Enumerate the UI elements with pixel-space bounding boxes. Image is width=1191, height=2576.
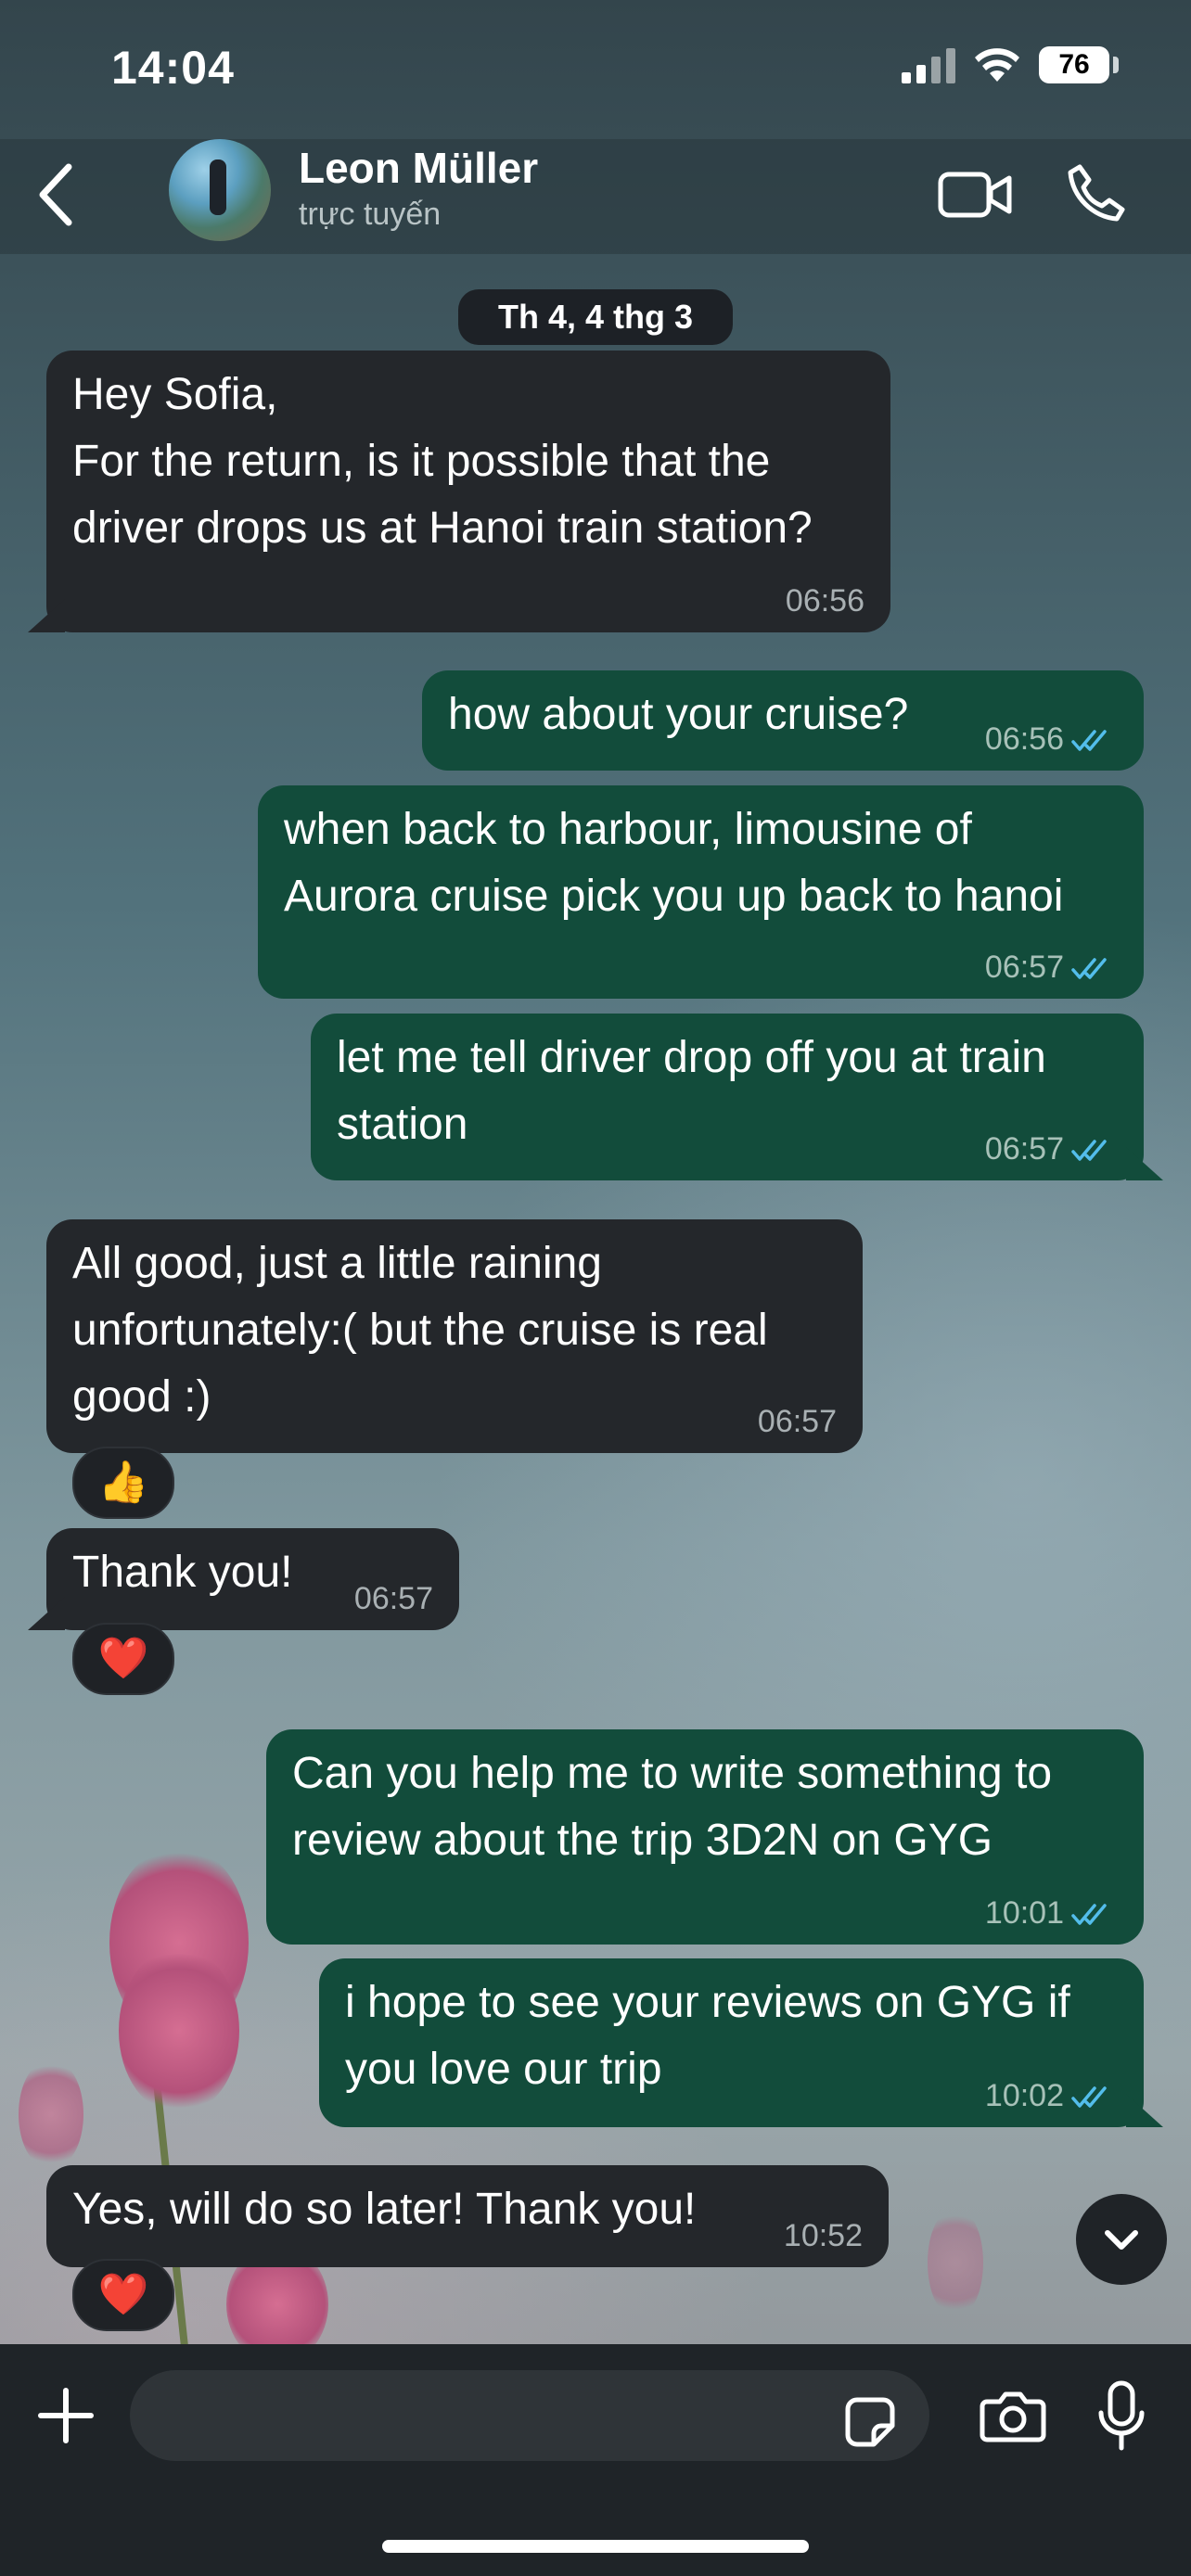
message-line: when back to harbour, limousine of (284, 805, 972, 854)
message-time: 06:56 (984, 721, 1064, 757)
double-check-icon (1071, 1140, 1107, 1161)
chevron-left-icon[interactable] (28, 158, 83, 232)
message-input[interactable] (130, 2370, 929, 2461)
message-incoming[interactable]: Thank you! 06:57 (46, 1528, 459, 1630)
message-outgoing[interactable]: when back to harbour, limousine of Auror… (258, 785, 1144, 999)
double-check-icon (1071, 1904, 1107, 1925)
reaction-heart[interactable]: ❤️ (72, 1623, 174, 1695)
chat-header: Leon Müller trực tuyến (0, 139, 1191, 254)
message-line: unfortunately:( but the cruise is real (72, 1306, 768, 1355)
double-check-icon (1071, 958, 1107, 979)
message-line: Can you help me to write something to (292, 1749, 1053, 1798)
message-outgoing[interactable]: i hope to see your reviews on GYG if you… (319, 1958, 1144, 2127)
message-meta: 06:56 (985, 721, 1116, 758)
sticker-icon[interactable] (842, 2394, 898, 2450)
avatar-figure (210, 159, 226, 215)
message-time: 10:01 (984, 1895, 1064, 1931)
home-indicator (382, 2540, 809, 2553)
message-line: i hope to see your reviews on GYG if (345, 1978, 1070, 2027)
reaction-heart[interactable]: ❤️ (72, 2259, 174, 2331)
chevron-down-icon (1105, 2230, 1138, 2250)
message-line: Yes, will do so later! Thank you! (72, 2185, 697, 2234)
message-outgoing[interactable]: Can you help me to write something to re… (266, 1729, 1144, 1945)
reaction-thumbs-up[interactable]: 👍 (72, 1447, 174, 1519)
microphone-icon[interactable] (1096, 2379, 1146, 2454)
contact-status: trực tuyến (299, 197, 442, 232)
message-time: 06:57 (757, 1404, 837, 1439)
message-time: 06:57 (984, 1131, 1064, 1167)
message-meta: 10:02 (985, 2077, 1116, 2114)
message-incoming[interactable]: Hey Sofia, For the return, is it possibl… (46, 351, 890, 632)
avatar[interactable] (169, 139, 271, 241)
scroll-to-bottom-button[interactable] (1076, 2194, 1167, 2285)
double-check-icon (1071, 730, 1107, 751)
message-line: All good, just a little raining (72, 1239, 602, 1288)
cellular-signal-icon (902, 48, 955, 83)
status-time: 14:04 (111, 42, 235, 94)
message-incoming[interactable]: All good, just a little raining unfortun… (46, 1219, 863, 1453)
message-time: 06:57 (353, 1581, 433, 1616)
message-meta: 06:57 (985, 949, 1116, 986)
double-check-icon (1071, 2086, 1107, 2108)
video-camera-icon[interactable] (937, 167, 1015, 223)
battery-tip (1113, 57, 1119, 73)
battery-indicator: 76 (1039, 46, 1109, 83)
wifi-icon (975, 48, 1019, 82)
message-outgoing[interactable]: let me tell driver drop off you at train… (311, 1014, 1144, 1180)
message-line: review about the trip 3D2N on GYG (292, 1816, 993, 1865)
message-line: good :) (72, 1372, 211, 1422)
date-separator: Th 4, 4 thg 3 (458, 289, 733, 345)
message-meta: 06:57 (985, 1130, 1116, 1167)
message-meta: 10:01 (985, 1894, 1116, 1932)
status-bar: 14:04 76 (0, 0, 1191, 139)
message-time: 06:57 (984, 950, 1064, 985)
message-line: For the return, is it possible that the (72, 437, 771, 486)
composer-bar (0, 2344, 1191, 2576)
phone-icon[interactable] (1065, 161, 1128, 224)
contact-name[interactable]: Leon Müller (299, 143, 538, 193)
message-incoming[interactable]: Yes, will do so later! Thank you! 10:52 (46, 2165, 889, 2267)
message-line: Aurora cruise pick you up back to hanoi (284, 872, 1064, 921)
message-time: 06:56 (785, 583, 864, 618)
message-line: Hey Sofia, (72, 370, 278, 419)
message-time: 10:52 (783, 2218, 863, 2253)
message-time: 10:02 (984, 2078, 1064, 2113)
camera-icon[interactable] (980, 2389, 1046, 2444)
message-outgoing[interactable]: how about your cruise? 06:56 (422, 670, 1144, 771)
plus-icon[interactable] (35, 2385, 96, 2446)
message-line: driver drops us at Hanoi train station? (72, 504, 813, 553)
message-line: let me tell driver drop off you at train (337, 1033, 1046, 1082)
